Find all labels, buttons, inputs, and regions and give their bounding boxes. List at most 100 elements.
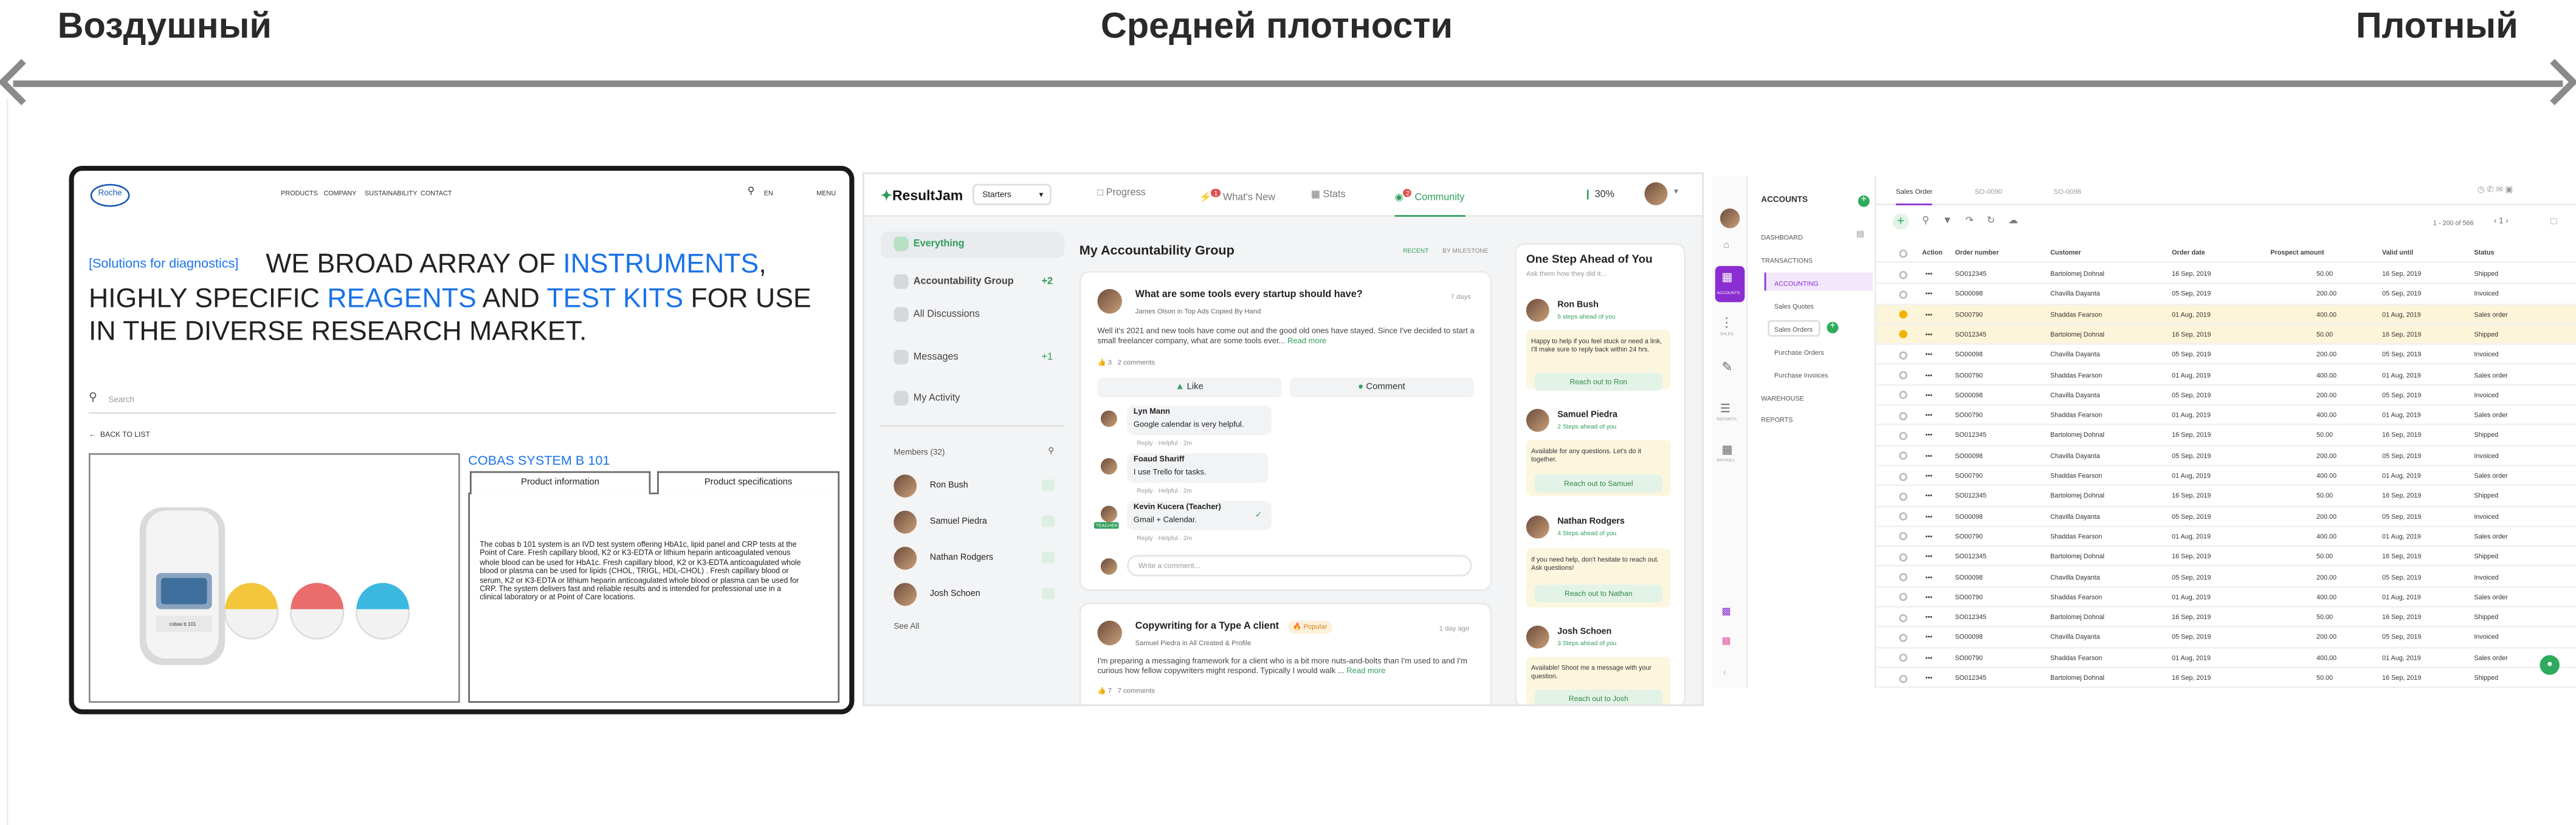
search-icon[interactable]: ⚲ [1048, 447, 1054, 456]
nav-purchase-orders[interactable]: Purchase Orders [1774, 348, 1824, 357]
test-kits-link[interactable]: TEST KITS [546, 283, 683, 313]
add-sales-order-button[interactable]: + [1827, 321, 1839, 334]
row-actions-icon[interactable]: ••• [1926, 284, 1932, 304]
table-row[interactable]: ••• SO012345 Bartolomej Dohnal 16 Sep, 2019… [1876, 487, 2576, 507]
row-actions-icon[interactable]: ••• [1926, 406, 1932, 425]
language-switch[interactable]: EN [764, 189, 773, 197]
toolbar-icons[interactable]: ⚲▼↷↻☁ [1922, 215, 2031, 227]
row-actions-icon[interactable]: ••• [1926, 264, 1932, 284]
message-icon[interactable] [1041, 479, 1055, 491]
row-checkbox[interactable] [1899, 391, 1907, 400]
row-actions-icon[interactable]: ••• [1926, 487, 1932, 506]
user-avatar[interactable] [1720, 208, 1740, 228]
table-row[interactable]: ••• SO00098 Chavilla Dayanta 05 Sep, 2019 20… [1876, 345, 2576, 366]
row-actions-icon[interactable]: ••• [1926, 628, 1932, 648]
row-checkbox[interactable] [1899, 532, 1907, 541]
row-actions-icon[interactable]: ••• [1926, 446, 1932, 465]
member-name[interactable]: Nathan Rodgers [930, 553, 993, 563]
reply-author[interactable]: Lyn Mann [1134, 409, 1170, 417]
table-row[interactable]: ••• SO00098 Chavilla Dayanta 05 Sep, 2019 20… [1876, 386, 2576, 406]
filter-recent[interactable]: RECENT [1403, 248, 1428, 255]
row-checkbox[interactable] [1899, 290, 1907, 299]
message-icon[interactable] [1041, 552, 1055, 564]
row-actions-icon[interactable]: ••• [1926, 426, 1932, 445]
tab-product-specifications[interactable]: Product specifications [657, 471, 840, 495]
row-checkbox[interactable] [1899, 654, 1907, 662]
add-button[interactable]: + [1858, 195, 1870, 207]
search-input[interactable]: ⚲ Search [88, 391, 836, 414]
row-actions-icon[interactable]: ••• [1926, 608, 1932, 627]
nav-warehouse[interactable]: WAREHOUSE [1761, 394, 1803, 403]
row-checkbox[interactable] [1899, 552, 1907, 561]
row-checkbox[interactable] [1899, 593, 1907, 602]
table-row[interactable]: ••• SO012345 Bartolomej Dohnal 16 Sep, 2019… [1876, 264, 2576, 285]
row-checkbox[interactable] [1899, 330, 1907, 339]
table-row[interactable]: ••• SO012345 Bartolomej Dohnal 16 Sep, 2019… [1876, 547, 2576, 567]
table-row[interactable]: ••• SO00098 Chavilla Dayanta 05 Sep, 2019 20… [1876, 446, 2576, 467]
mentor-name[interactable]: Samuel Piedra [1557, 411, 1617, 420]
table-row[interactable]: ••• SO00790 Shaddas Fearson 01 Aug, 2019 400… [1876, 406, 2576, 426]
reports-icon[interactable]: ☰ [1720, 402, 1731, 416]
mentor-name[interactable]: Ron Bush [1557, 301, 1599, 310]
table-row[interactable]: ••• SO00790 Shaddas Fearson 01 Aug, 2019 400… [1876, 304, 2576, 325]
reach-out-button[interactable]: Reach out to Josh [1534, 690, 1663, 705]
table-row[interactable]: ••• SO00098 Chavilla Dayanta 05 Sep, 2019 20… [1876, 507, 2576, 527]
table-row[interactable]: ••• SO00790 Shaddas Fearson 01 Aug, 2019 400… [1876, 467, 2576, 487]
mentor-name[interactable]: Josh Schoen [1557, 627, 1611, 637]
nav-purchase-invoices[interactable]: Purchase Invoices [1774, 371, 1828, 380]
table-row[interactable]: ••• SO00098 Chavilla Dayanta 05 Sep, 2019 20… [1876, 628, 2576, 648]
nav-transactions[interactable]: TRANSACTIONS [1761, 256, 1813, 265]
row-checkbox[interactable] [1899, 411, 1907, 420]
row-actions-icon[interactable]: ••• [1926, 527, 1932, 546]
column-order-date[interactable]: Order date [2172, 243, 2205, 262]
expand-icon[interactable]: ▢ [2550, 217, 2558, 227]
row-actions-icon[interactable]: ••• [1926, 648, 1932, 668]
row-checkbox[interactable] [1899, 431, 1907, 440]
nav-sustainability[interactable]: SUSTAINABILITY [365, 189, 417, 197]
calendar-icon[interactable]: ▤ [1856, 230, 1864, 239]
reach-out-button[interactable]: Reach out to Nathan [1534, 584, 1663, 603]
nav-dashboard[interactable]: DASHBOARD [1761, 233, 1802, 242]
filter-milestone[interactable]: BY MILESTONE [1442, 248, 1489, 255]
tab-whats-new[interactable]: ⚡1 What's New [1199, 188, 1275, 204]
nav-sales-quotes[interactable]: Sales Quotes [1774, 302, 1814, 310]
tab-stats[interactable]: ▦ Stats [1311, 189, 1346, 200]
row-actions-icon[interactable]: ••• [1926, 305, 1932, 324]
sidebar-item-messages[interactable]: Messages +1 [894, 348, 1053, 368]
post-title[interactable]: What are some tools every startup should… [1135, 290, 1363, 300]
row-checkbox[interactable] [1899, 371, 1907, 380]
nav-accounting[interactable]: ACCOUNTING [1774, 279, 1819, 287]
table-row[interactable]: ••• SO012345 Bartolomej Dohnal 16 Sep, 2019… [1876, 324, 2576, 346]
row-actions-icon[interactable]: ••• [1926, 507, 1932, 526]
column-valid-until[interactable]: Valid until [2382, 243, 2413, 262]
user-avatar[interactable] [1644, 182, 1668, 205]
nav-sales-orders[interactable]: Sales Orders [1774, 325, 1813, 334]
chat-icon[interactable]: ● [2540, 655, 2560, 675]
row-checkbox[interactable] [1899, 613, 1907, 622]
row-checkbox[interactable] [1899, 512, 1907, 521]
nav-reports[interactable]: REPORTS [1761, 416, 1793, 424]
tab-so-0090[interactable]: SO-0090 [1975, 187, 2002, 196]
chart-icon[interactable]: ▩ [1722, 606, 1731, 617]
read-more-link[interactable]: Read more [1346, 668, 1385, 677]
sidebar-item-activity[interactable]: My Activity [894, 389, 960, 409]
nav-company[interactable]: COMPANY [323, 189, 356, 197]
column-amount[interactable]: Prospect amount [2270, 243, 2324, 262]
home-icon[interactable]: ⌂ [1723, 241, 1729, 251]
rail-accounts[interactable]: ▦ ACCOUNTS [1715, 265, 1745, 303]
reply-author[interactable]: Foaud Shariff [1134, 456, 1185, 465]
row-checkbox[interactable] [1899, 492, 1907, 501]
table-row[interactable]: ••• SO012345 Bartolomej Dohnal 16 Sep, 2019… [1876, 608, 2576, 628]
sidebar-item-accountability[interactable]: Accountability Group +2 [894, 273, 1053, 292]
pagination[interactable]: ‹ 1 › [2494, 217, 2509, 227]
reply-actions[interactable]: Reply · Helpful · 2m [1137, 440, 1192, 447]
menu-button[interactable]: MENU [816, 189, 836, 197]
sales-icon[interactable]: ⋮ [1720, 315, 1734, 330]
workspace-select[interactable]: Starters ▾ [973, 183, 1052, 205]
post-title[interactable]: Copywriting for a Type A client [1135, 622, 1279, 632]
add-record-button[interactable]: + [1892, 213, 1909, 230]
tab-product-information[interactable]: Product information [470, 471, 651, 495]
row-actions-icon[interactable]: ••• [1926, 668, 1932, 688]
see-all-link[interactable]: See All [894, 622, 919, 632]
table-row[interactable]: ••• SO00790 Shaddas Fearson 01 Aug, 2019 400… [1876, 587, 2576, 608]
